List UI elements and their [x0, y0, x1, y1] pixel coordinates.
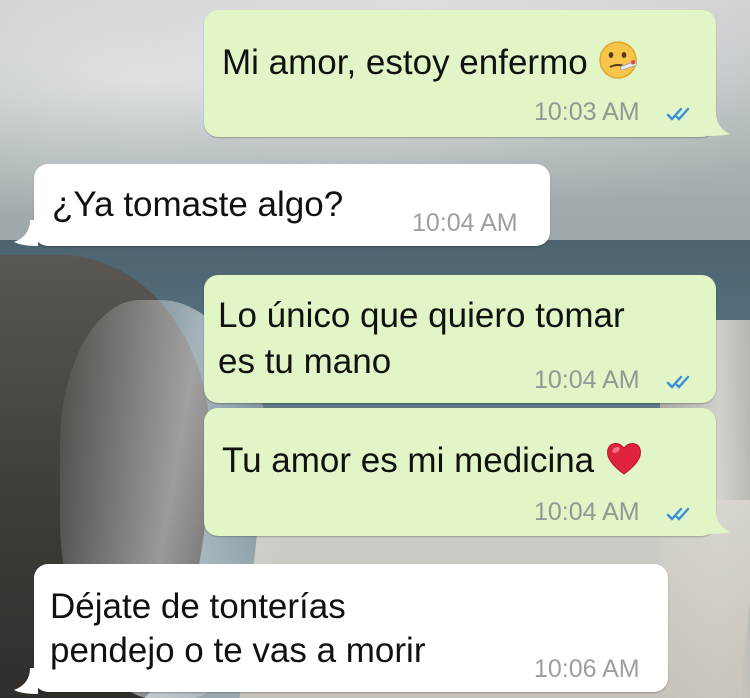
- message-timestamp: 10:04 AM: [534, 498, 640, 526]
- message-text: ¿Ya tomaste algo?: [52, 185, 344, 224]
- message-bubble-incoming[interactable]: Déjate de tonterías pendejo o te vas a m…: [34, 564, 668, 692]
- message-bubble-incoming[interactable]: ¿Ya tomaste algo? 10:04 AM: [34, 164, 550, 246]
- message-text-content: Tu amor es mi medicina: [222, 441, 595, 480]
- message-bubble-outgoing[interactable]: Tu amor es mi medicina 10:04 AM: [204, 408, 716, 536]
- sick-face-emoji-icon: [598, 41, 637, 79]
- read-receipt-icon: [666, 375, 690, 389]
- bubble-tail-incoming: [14, 668, 38, 694]
- message-bubble-outgoing[interactable]: Mi amor, estoy enfermo 10:03 AM: [204, 10, 716, 137]
- message-text-content: Mi amor, estoy enfermo: [222, 43, 588, 82]
- message-text-line-1: Déjate de tonterías: [50, 587, 346, 626]
- bubble-tail-outgoing: [708, 510, 730, 534]
- message-timestamp: 10:06 AM: [534, 655, 640, 683]
- message-text-line-2: pendejo o te vas a morir: [50, 631, 426, 670]
- read-receipt-icon: [666, 107, 690, 121]
- message-text: Mi amor, estoy enfermo: [222, 40, 638, 84]
- message-timestamp: 10:03 AM: [534, 98, 640, 126]
- red-heart-emoji-icon: [607, 443, 642, 475]
- message-text-line-2: es tu mano: [218, 342, 392, 381]
- message-bubble-outgoing[interactable]: Lo único que quiero tomar es tu mano 10:…: [204, 275, 716, 403]
- message-timestamp: 10:04 AM: [534, 366, 640, 394]
- read-receipt-icon: [666, 507, 690, 521]
- message-text-line-1: Lo único que quiero tomar: [218, 296, 625, 335]
- message-timestamp: 10:04 AM: [412, 209, 518, 237]
- bubble-tail-incoming: [14, 220, 38, 246]
- bubble-tail-outgoing: [708, 112, 730, 136]
- message-text: Tu amor es mi medicina: [222, 438, 644, 482]
